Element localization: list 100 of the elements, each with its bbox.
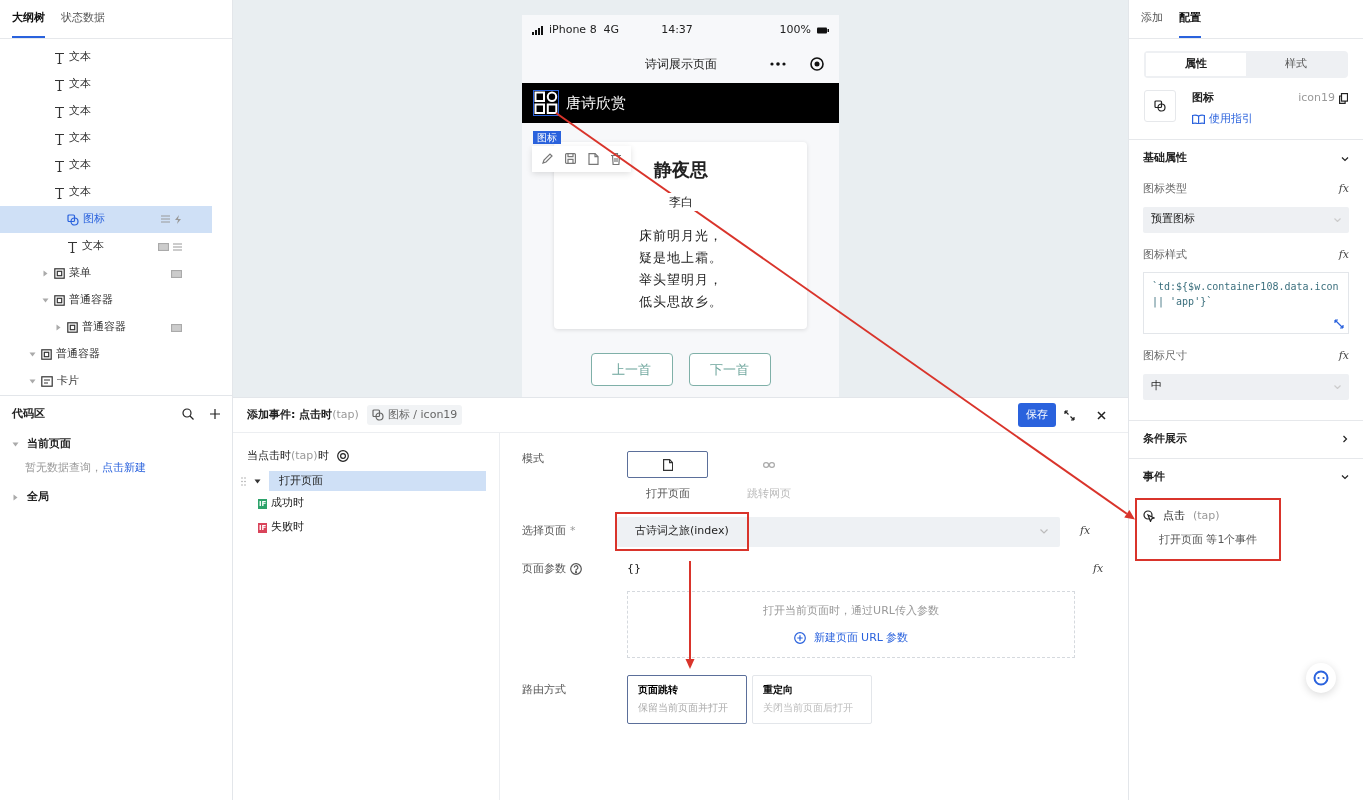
settings-icon[interactable]: [336, 450, 349, 462]
add-param-link[interactable]: 新建页面 URL 参数: [793, 629, 909, 646]
code-editor[interactable]: `td:${$w.container108.data.icon || 'app'}`: [1143, 272, 1349, 334]
tree-group[interactable]: 全局: [12, 484, 220, 511]
tree-item[interactable]: 普通容器: [0, 314, 212, 341]
link-icon: [762, 461, 775, 468]
chevron-down-icon: [1334, 384, 1341, 389]
formula-toggle[interactable]: fx: [1338, 246, 1349, 263]
tree-item-label: 文本: [69, 157, 91, 174]
params-hint: 打开当前页面时，通过URL传入参数: [763, 603, 939, 619]
save-icon[interactable]: [565, 153, 576, 164]
tree-item-label: 图标: [83, 211, 105, 228]
more-icon[interactable]: [770, 62, 786, 66]
copy-icon[interactable]: [1339, 92, 1348, 104]
tree-item[interactable]: 菜单: [0, 260, 212, 287]
text-type-icon: [54, 159, 65, 172]
pencil-icon[interactable]: [542, 153, 553, 164]
route-option[interactable]: 页面跳转 保留当前页面并打开: [627, 675, 747, 724]
tree-item[interactable]: 文本: [0, 71, 212, 98]
plus-icon[interactable]: [210, 409, 220, 420]
container-icon: [54, 268, 65, 279]
field-label: 图标类型: [1143, 181, 1187, 197]
trash-icon[interactable]: [611, 153, 621, 165]
field-label: 图标样式: [1143, 246, 1187, 263]
expand-icon[interactable]: [1064, 409, 1075, 421]
chevron-down-icon: [1334, 217, 1341, 222]
tree-item-label: 普通容器: [56, 346, 100, 363]
tree-group[interactable]: 当前页面: [12, 430, 220, 458]
formula-toggle[interactable]: fx: [1080, 523, 1091, 540]
action-item[interactable]: 打开页面: [269, 471, 486, 491]
formula-toggle[interactable]: fx: [1338, 181, 1349, 198]
header-title: 唐诗欣赏: [566, 92, 626, 114]
tree-item[interactable]: 文本: [0, 179, 212, 206]
chevron-down-icon[interactable]: [1341, 473, 1349, 481]
drag-handle-icon[interactable]: [241, 476, 246, 486]
mode-label: 打开页面: [645, 486, 690, 502]
grid-icon: [171, 323, 182, 332]
text-type-icon: [54, 51, 65, 64]
tree-item[interactable]: 文本: [0, 233, 212, 260]
search-icon[interactable]: [182, 408, 194, 421]
shapes-icon: [371, 409, 384, 421]
grid-icon: [171, 269, 182, 278]
tree-item[interactable]: 文本: [0, 44, 212, 71]
poem-title: 静夜思: [653, 158, 708, 182]
tree-item[interactable]: 图标: [0, 206, 212, 233]
branch-label[interactable]: 失败时: [271, 519, 305, 536]
close-icon[interactable]: [1097, 410, 1106, 420]
panel-tab[interactable]: 大纲树: [12, 0, 45, 38]
field-label: 路由方式: [522, 682, 567, 698]
battery-level: 100%: [779, 21, 811, 38]
guide-link[interactable]: 使用指引: [1192, 110, 1253, 127]
panel-title: 添加事件: 点击时(tap): [247, 406, 359, 423]
signal-icon: [532, 25, 543, 35]
tree-item[interactable]: 文本: [0, 125, 212, 152]
poem-line: 床前明月光，: [638, 227, 723, 245]
panel-tab[interactable]: 配置: [1179, 0, 1201, 38]
tree-item[interactable]: 普通容器: [0, 341, 212, 368]
plus-circle-icon: [793, 631, 806, 644]
component-name: 图标: [1192, 90, 1215, 106]
status-time: 14:37: [661, 21, 693, 38]
assistant-button[interactable]: [1306, 663, 1336, 693]
segment-tab[interactable]: 样式: [1246, 53, 1346, 76]
app-grid-icon[interactable]: [534, 91, 558, 115]
tree-item[interactable]: 文本: [0, 98, 212, 125]
panel-tab[interactable]: 添加: [1141, 0, 1163, 38]
chevron-down-icon[interactable]: [1341, 154, 1349, 163]
tree-item[interactable]: 文本: [0, 152, 212, 179]
breadcrumb-chip: 图标 / icon19: [366, 404, 463, 426]
tree-item-label: 普通容器: [82, 319, 126, 336]
formula-toggle[interactable]: fx: [1338, 348, 1349, 365]
chevron-right-icon[interactable]: [1341, 435, 1349, 443]
field-label: 页面参数: [522, 560, 566, 577]
branch-label[interactable]: 成功时: [271, 495, 305, 512]
select-field[interactable]: 预置图标: [1143, 206, 1349, 233]
panel-tab[interactable]: 状态数据: [61, 0, 105, 38]
text-type-icon: [67, 240, 78, 253]
tree-item-label: 文本: [69, 49, 91, 66]
section-title: 代码区: [12, 406, 45, 422]
card-icon: [41, 376, 53, 387]
field-label: 选择页面 *: [522, 523, 577, 540]
help-icon[interactable]: [570, 562, 582, 575]
segment-tab[interactable]: 属性: [1146, 53, 1246, 76]
save-button[interactable]: 保存: [1018, 402, 1056, 428]
event-item[interactable]: 点击 (tap) 打开页面 等1个事件: [1137, 499, 1279, 559]
text-type-icon: [54, 132, 65, 145]
tree-item[interactable]: 普通容器: [0, 287, 212, 314]
formula-toggle[interactable]: fx: [1093, 560, 1104, 577]
page-title: 诗词展示页面: [644, 56, 717, 73]
section-title: 事件: [1143, 468, 1165, 485]
book-icon: [1192, 113, 1205, 124]
expanded-caret-icon[interactable]: [254, 477, 261, 485]
tree-item[interactable]: 卡片: [0, 368, 212, 395]
record-icon[interactable]: [810, 57, 824, 71]
mode-option[interactable]: [627, 451, 708, 478]
poem-line: 疑是地上霜。: [638, 249, 723, 267]
create-link[interactable]: 点击新建: [102, 459, 146, 476]
text-type-icon: [54, 105, 65, 118]
tree-item-label: 菜单: [69, 265, 91, 282]
battery-icon: [817, 26, 829, 34]
select-field[interactable]: 中: [1143, 373, 1349, 400]
